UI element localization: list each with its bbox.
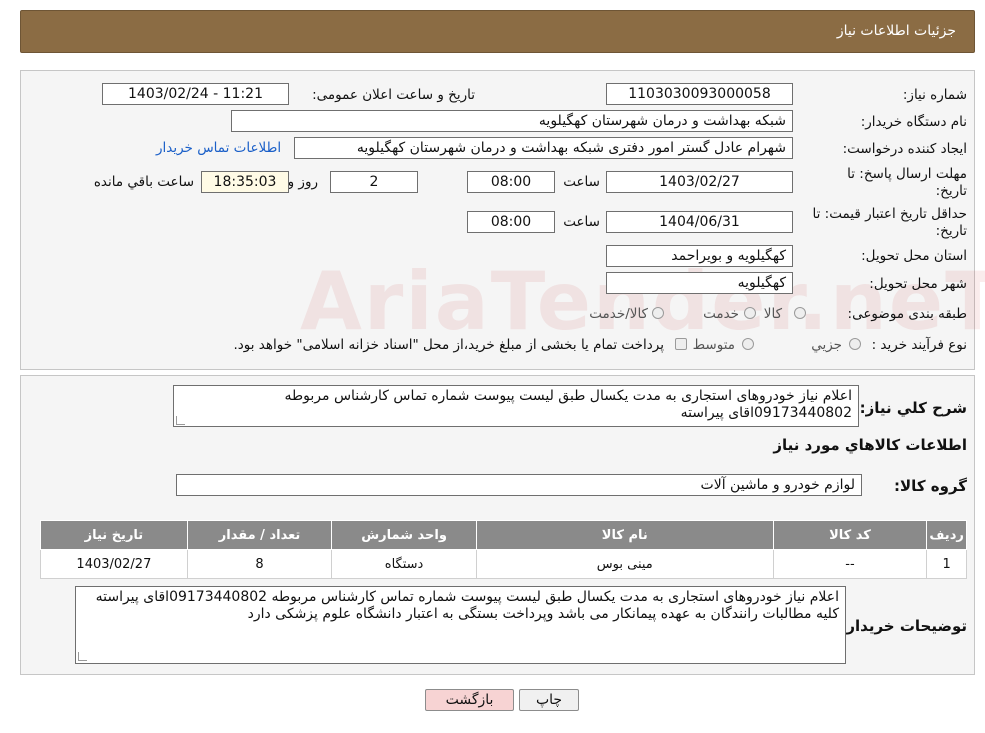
goods-table-header: ردیف کد کالا نام کالا واحد شمارش تعداد /… [40, 520, 967, 550]
validity-label: حداقل تاریخ اعتبار قیمت: تا [812, 206, 967, 222]
col-row-header: ردیف [926, 520, 967, 550]
goods-group-field[interactable]: لوازم خودرو و ماشین آلات [176, 474, 862, 496]
process-minor-radio[interactable] [849, 338, 861, 350]
goods-group-label: گروه کالا: [894, 477, 967, 495]
cell-qty: 8 [186, 549, 333, 579]
col-unit-header: واحد شمارش [331, 520, 477, 550]
treasury-checkbox[interactable] [675, 338, 687, 350]
col-code-header: کد کالا [772, 520, 928, 550]
description-textarea[interactable]: اعلام نیاز خودروهای استجاری به مدت یکسال… [173, 385, 859, 427]
process-note: پرداخت تمام یا بخشی از مبلغ خرید،از محل … [233, 337, 664, 353]
buyer-org-field[interactable]: شبکه بهداشت و درمان شهرستان کهگیلویه [231, 110, 793, 132]
resize-grip-icon[interactable] [78, 652, 87, 661]
announce-label: تاریخ و ساعت اعلان عمومی: [312, 87, 475, 103]
col-date-header: تاریخ نیاز [40, 520, 188, 550]
need-number-label: شماره نیاز: [902, 87, 967, 103]
page-title: جزئیات اطلاعات نیاز [836, 23, 956, 39]
print-button[interactable]: چاپ [519, 689, 579, 711]
goods-table: ردیف کد کالا نام کالا واحد شمارش تعداد /… [40, 520, 967, 579]
cell-unit: دستگاه [331, 549, 477, 579]
need-number-field[interactable]: 1103030093000058 [606, 83, 793, 105]
city-label: شهر محل تحویل: [869, 276, 967, 292]
page-header: جزئیات اطلاعات نیاز [20, 10, 975, 53]
days-field[interactable]: 2 [330, 171, 418, 193]
days-label: روز و [287, 174, 318, 190]
description-label: شرح كلي نياز: [859, 399, 967, 417]
remaining-label: ساعت باقي مانده [93, 174, 194, 190]
category-goods-label: کالا [763, 306, 782, 322]
col-name-header: نام کالا [475, 520, 774, 550]
buyer-notes-textarea[interactable]: اعلام نیاز خودروهای استجاری به مدت یکسال… [75, 586, 846, 664]
category-goods-radio[interactable] [794, 307, 806, 319]
requester-field[interactable]: شهرام عادل گستر امور دفتری شبکه بهداشت و… [294, 137, 793, 159]
category-both-radio[interactable] [652, 307, 664, 319]
announce-field[interactable]: 1403/02/24 - 11:21 [102, 83, 289, 105]
cell-date: 1403/02/27 [40, 549, 188, 579]
buyer-org-label: نام دستگاه خریدار: [860, 114, 967, 130]
buyer-contact-link[interactable]: اطلاعات تماس خریدار [156, 140, 281, 156]
reply-date-field[interactable]: 1403/02/27 [606, 171, 793, 193]
buyer-notes-label: توضیحات خریدار: [840, 617, 967, 635]
province-label: استان محل تحویل: [861, 248, 967, 264]
reply-time-label: ساعت [563, 174, 600, 190]
cell-row: 1 [926, 549, 967, 579]
description-text: اعلام نیاز خودروهای استجاری به مدت یکسال… [284, 388, 853, 421]
back-button[interactable]: بازگشت [425, 689, 514, 711]
reply-deadline-label-2: تاریخ: [935, 183, 967, 199]
validity-date-field[interactable]: 1404/06/31 [606, 211, 793, 233]
process-medium-radio[interactable] [742, 338, 754, 350]
goods-section-title: اطلاعات كالاهاي مورد نياز [773, 436, 967, 454]
category-both-label: کالا/خدمت [589, 306, 648, 322]
remaining-time-field: 18:35:03 [201, 171, 289, 193]
validity-label-2: تاریخ: [935, 223, 967, 239]
reply-deadline-label: مهلت ارسال پاسخ: تا [847, 166, 967, 182]
col-qty-header: تعداد / مقدار [186, 520, 333, 550]
table-row: 1 -- مینی بوس دستگاه 8 1403/02/27 [40, 549, 967, 579]
process-medium-label: متوسط [692, 337, 735, 353]
city-field[interactable]: کهگیلویه [606, 272, 793, 294]
process-label: نوع فرآیند خرید : [871, 337, 967, 353]
process-minor-label: جزیي [811, 337, 842, 353]
validity-time-field[interactable]: 08:00 [467, 211, 555, 233]
requester-label: ایجاد کننده درخواست: [842, 141, 967, 157]
buyer-notes-text: اعلام نیاز خودروهای استجاری به مدت یکسال… [95, 589, 839, 622]
resize-grip-icon[interactable] [176, 416, 185, 425]
category-service-radio[interactable] [744, 307, 756, 319]
reply-time-field[interactable]: 08:00 [467, 171, 555, 193]
validity-time-label: ساعت [563, 214, 600, 230]
category-service-label: خدمت [703, 306, 739, 322]
cell-code: -- [772, 549, 928, 579]
category-label: طبقه بندی موضوعی: [847, 306, 967, 322]
cell-name: مینی بوس [475, 549, 774, 579]
province-field[interactable]: کهگیلویه و بویراحمد [606, 245, 793, 267]
